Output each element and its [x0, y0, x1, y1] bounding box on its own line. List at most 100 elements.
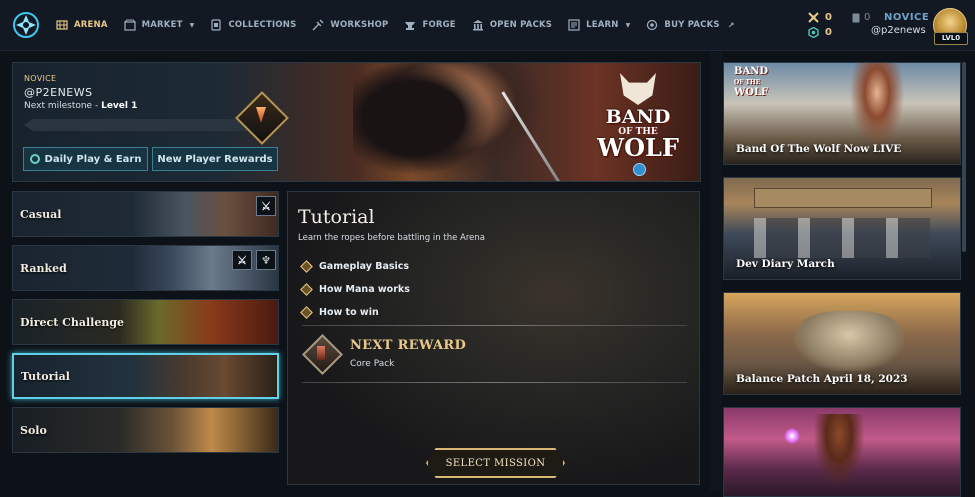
crossed-swords-icon: ⚔ — [232, 250, 252, 270]
news-gutter — [710, 52, 722, 491]
currency-balances: 0 0 — [808, 10, 832, 40]
new-player-rewards-label: New Player Rewards — [157, 153, 273, 165]
reward-card-core — [317, 346, 325, 360]
buy-packs-icon — [647, 19, 658, 31]
mode-casual[interactable]: Casual ⚔ — [12, 191, 279, 237]
divider — [302, 382, 687, 383]
news-promo-logo: BAND OF THE WOLF — [734, 67, 768, 98]
nav-market-label: MARKET — [141, 20, 183, 30]
arena-icon — [56, 20, 68, 30]
band-of-the-wolf-logo[interactable]: BAND OF THE WOLF — [593, 69, 683, 176]
topic-label: Gameplay Basics — [319, 261, 410, 272]
mode-direct-challenge-label: Direct Challenge — [20, 315, 125, 329]
nav-buy-packs[interactable]: BUY PACKS ↗ — [646, 19, 734, 31]
news-artwork — [809, 414, 869, 496]
game-mode-list: Casual ⚔ Ranked ⚔ ♆ Direct Challenge Tut… — [12, 191, 279, 461]
gold-balance[interactable]: 0 — [808, 10, 832, 25]
topic-item: How to win — [300, 301, 410, 324]
nav-open-packs[interactable]: OPEN PACKS — [472, 19, 552, 31]
top-nav-bar: ARENA MARKET ▼ COLLECTIONS WORKSHOP FORGE… — [0, 0, 975, 51]
milestone-level: Level 1 — [101, 101, 138, 111]
app-logo-icon[interactable] — [12, 11, 40, 39]
milestone-text: Next milestone - Level 1 — [24, 101, 137, 111]
nav-workshop[interactable]: WORKSHOP — [312, 19, 388, 31]
mode-solo-label: Solo — [20, 423, 47, 437]
daily-play-earn-button[interactable]: Daily Play & Earn — [23, 147, 148, 171]
daily-play-earn-label: Daily Play & Earn — [44, 153, 142, 165]
hero-banner: NOVICE @P2ENEWS Next milestone - Level 1… — [12, 62, 701, 182]
workshop-icon — [312, 19, 324, 31]
nav-market[interactable]: MARKET ▼ — [124, 19, 195, 31]
next-reward-item: Core Pack — [350, 359, 395, 369]
dec-token-icon — [808, 12, 819, 23]
divider — [302, 325, 687, 326]
diamond-bullet-icon — [300, 283, 313, 296]
news-card[interactable]: BAND OF THE WOLF Band Of The Wolf Now LI… — [723, 62, 961, 165]
claw-icon: ♆ — [256, 250, 276, 270]
nav-open-packs-label: OPEN PACKS — [489, 20, 553, 30]
milestone-prefix: Next milestone - — [24, 101, 102, 111]
nav-buy-packs-label: BUY PACKS — [664, 20, 720, 30]
chevron-down-icon: ▼ — [189, 21, 195, 29]
nav-collections-label: COLLECTIONS — [228, 20, 297, 30]
next-reward-title: NEXT REWARD — [350, 338, 467, 353]
mode-direct-challenge[interactable]: Direct Challenge — [12, 299, 279, 345]
news-card[interactable] — [723, 407, 961, 497]
select-mission-button[interactable]: SELECT MISSION — [426, 448, 565, 478]
open-packs-icon — [472, 20, 483, 31]
wolf-mask-icon — [620, 73, 656, 105]
panel-subtitle: Learn the ropes before battling in the A… — [298, 233, 485, 243]
nav-learn-label: LEARN — [586, 20, 619, 30]
diamond-bullet-icon — [300, 306, 313, 319]
news-logo-line-3: WOLF — [734, 87, 769, 98]
news-artwork — [794, 311, 904, 371]
news-card[interactable]: Dev Diary March — [723, 177, 961, 280]
main-nav: ARENA MARKET ▼ COLLECTIONS WORKSHOP FORGE… — [56, 0, 735, 50]
new-player-rewards-button[interactable]: New Player Rewards — [152, 147, 278, 171]
credits-balance[interactable]: 0 — [808, 25, 832, 40]
chevron-down-icon: ▼ — [625, 21, 631, 29]
mode-ranked[interactable]: Ranked ⚔ ♆ — [12, 245, 279, 291]
account-username[interactable]: @p2enews — [871, 25, 926, 36]
tutorial-topics: Gameplay Basics How Mana works How to wi… — [300, 255, 410, 324]
nav-forge[interactable]: FORGE — [404, 19, 456, 31]
level-badge: LVL0 — [934, 32, 968, 45]
hero-artwork-hair — [353, 63, 503, 181]
news-card[interactable]: Balance Patch April 18, 2023 — [723, 292, 961, 395]
news-card-title: Balance Patch April 18, 2023 — [736, 373, 908, 385]
news-logo-line-2: OF THE — [734, 79, 761, 86]
mode-tutorial[interactable]: Tutorial — [12, 353, 279, 399]
account-rank: NOVICE — [884, 12, 930, 23]
collections-icon — [211, 19, 222, 31]
topic-label: How Mana works — [319, 284, 410, 295]
mode-solo-artwork — [13, 408, 278, 452]
nav-arena[interactable]: ARENA — [56, 19, 108, 31]
news-artwork — [754, 188, 932, 208]
mode-tutorial-label: Tutorial — [21, 369, 70, 383]
news-scrollbar[interactable] — [962, 62, 966, 252]
nav-learn[interactable]: LEARN ▼ — [568, 19, 630, 31]
news-card-title: Band Of The Wolf Now LIVE — [736, 143, 902, 155]
nav-arena-label: ARENA — [74, 20, 108, 30]
learn-icon — [568, 19, 580, 31]
crossed-swords-icon: ⚔ — [256, 196, 276, 216]
news-logo-line-1: BAND — [734, 66, 769, 77]
cards-count[interactable]: 0 — [852, 12, 870, 23]
nav-collections[interactable]: COLLECTIONS — [210, 19, 296, 31]
hero-username: @P2ENEWS — [24, 86, 93, 99]
promo-line-3: WOLF — [597, 133, 679, 162]
mode-detail-panel: Tutorial Learn the ropes before battling… — [287, 191, 700, 485]
panel-title: Tutorial — [298, 206, 375, 228]
card-icon — [852, 13, 860, 22]
news-artwork — [784, 428, 800, 444]
external-link-icon: ↗ — [727, 20, 735, 30]
hero-rank: NOVICE — [24, 74, 57, 83]
daily-icon — [29, 154, 40, 164]
news-card-title: Dev Diary March — [736, 258, 835, 270]
diamond-bullet-icon — [300, 260, 313, 273]
mode-solo[interactable]: Solo — [12, 407, 279, 453]
mode-ranked-label: Ranked — [20, 261, 67, 275]
gold-balance-value: 0 — [825, 12, 832, 23]
splinter-coin-icon — [633, 163, 646, 176]
market-icon — [124, 19, 136, 31]
